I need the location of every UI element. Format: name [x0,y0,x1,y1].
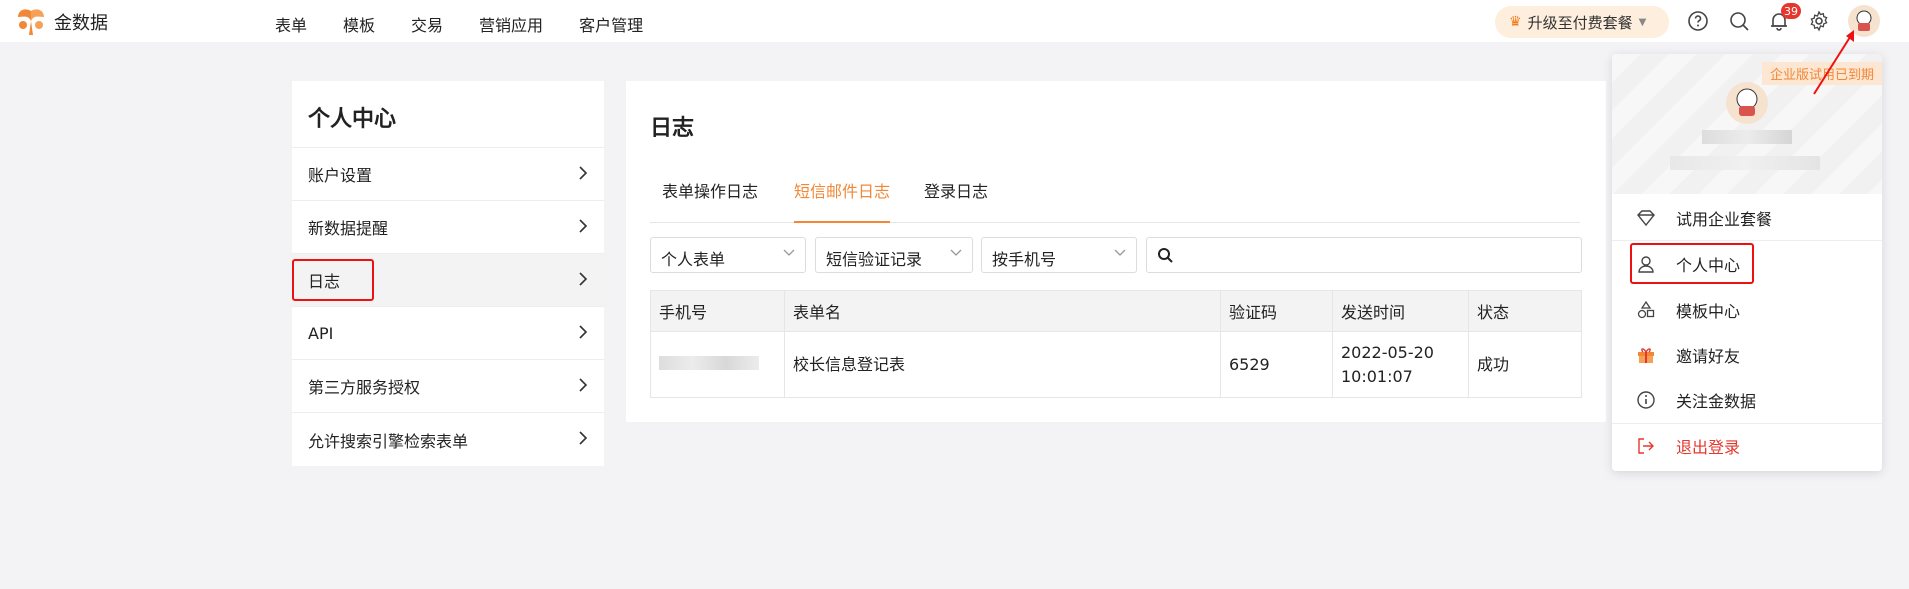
redacted-username [1702,130,1792,144]
col-form-name: 表单名 [784,290,1221,332]
app-name: 金数据 [54,13,108,34]
diamond-icon [1637,210,1655,227]
shapes-icon [1637,300,1655,319]
table-header-row: 手机号 表单名 验证码 发送时间 状态 [650,290,1582,332]
tab-sms-email-log[interactable]: 短信邮件日志 [794,177,891,223]
divider [1612,240,1882,241]
crown-icon: ♛ [1509,14,1522,30]
sidebar-item-search-engine[interactable]: 允许搜索引擎检索表单 [292,413,604,466]
col-status: 状态 [1468,290,1582,332]
record-type-select[interactable]: 短信验证记录 [815,237,973,273]
page-title: 日志 [650,116,695,141]
tab-form-operation-log[interactable]: 表单操作日志 [662,177,758,223]
nav-templates[interactable]: 模板 [343,12,375,36]
col-code: 验证码 [1220,290,1333,332]
sidebar-item-label: 账户设置 [308,166,373,185]
log-tabs: 表单操作日志 短信邮件日志 登录日志 [650,177,1580,223]
sidebar-title: 个人中心 [292,81,604,148]
sidebar-item-third-party[interactable]: 第三方服务授权 [292,360,604,413]
sidebar-item-alerts[interactable]: 新数据提醒 [292,201,604,254]
annotation-arrow [1813,30,1854,95]
search-icon [1158,248,1173,263]
search-by-value: 按手机号 [992,250,1057,269]
sidebar-item-label: 第三方服务授权 [308,378,421,397]
cell-form-name: 校长信息登记表 [784,331,1221,398]
cell-phone [650,331,785,398]
logout-icon [1638,438,1654,454]
notification-badge: 39 [1781,3,1801,19]
sidebar-item-api[interactable]: API [292,307,604,360]
log-panel: 日志 表单操作日志 短信邮件日志 登录日志 个人表单 短信验证记录 按手机号 手… [626,81,1606,422]
sidebar-item-account[interactable]: 账户设置 [292,148,604,201]
chevron-right-icon [579,272,588,286]
menu-item-label: 邀请好友 [1676,347,1741,366]
cell-code: 6529 [1220,331,1333,398]
upgrade-label: 升级至付费套餐 [1527,13,1633,32]
caret-down-icon: ▼ [1638,16,1647,28]
sidebar-item-label: API [308,323,334,343]
bell-icon[interactable]: 39 [1767,3,1801,33]
menu-item-label: 模板中心 [1676,302,1741,321]
col-phone: 手机号 [650,290,785,332]
nav-marketing[interactable]: 营销应用 [479,12,543,36]
log-table: 手机号 表单名 验证码 发送时间 状态 校长信息登记表 6529 2022-05… [650,290,1582,398]
gift-icon [1638,348,1654,363]
top-nav: 表单 模板 交易 营销应用 客户管理 [275,12,679,36]
tab-login-log[interactable]: 登录日志 [924,177,988,223]
chevron-right-icon [579,325,588,339]
menu-item-invite-friends[interactable]: 邀请好友 [1612,333,1882,377]
search-icon[interactable] [1727,9,1751,33]
menu-item-logout[interactable]: 退出登录 [1612,424,1882,468]
highlight-box-personal-center [1630,243,1754,284]
table-row: 校长信息登记表 6529 2022-05-20 10:01:07 成功 [650,331,1582,398]
chevron-right-icon [579,219,588,233]
send-date: 2022-05-20 [1341,342,1434,362]
menu-item-follow[interactable]: 关注金数据 [1612,378,1882,422]
search-input[interactable] [1146,237,1582,273]
chevron-right-icon [579,166,588,180]
menu-item-label: 试用企业套餐 [1676,210,1773,229]
search-by-select[interactable]: 按手机号 [981,237,1137,273]
top-bar: 金数据 表单 模板 交易 营销应用 客户管理 ♛ 升级至付费套餐 ▼ 39 [0,0,1909,42]
cell-send-time: 2022-05-20 10:01:07 [1332,331,1469,398]
highlight-box-log [292,259,374,301]
record-type-value: 短信验证记录 [826,250,923,269]
form-scope-select[interactable]: 个人表单 [650,237,806,273]
chevron-down-icon [950,249,962,256]
send-time: 10:01:07 [1341,366,1413,386]
redacted-email [1670,156,1820,170]
menu-item-trial-enterprise[interactable]: 试用企业套餐 [1612,196,1882,240]
nav-transactions[interactable]: 交易 [411,12,443,36]
upgrade-button[interactable]: ♛ 升级至付费套餐 ▼ [1495,6,1669,38]
nav-forms[interactable]: 表单 [275,12,307,36]
chevron-down-icon [783,249,795,256]
nav-customers[interactable]: 客户管理 [579,12,643,36]
dropdown-avatar [1726,82,1768,124]
cell-status: 成功 [1468,331,1582,398]
redacted-phone [659,355,759,370]
logo-icon [18,9,44,35]
logo[interactable]: 金数据 [14,7,108,37]
sidebar-item-label: 新数据提醒 [308,219,389,238]
help-icon[interactable] [1686,9,1710,33]
info-icon [1637,391,1655,409]
menu-item-label: 关注金数据 [1676,392,1757,411]
chevron-right-icon [579,431,588,445]
chevron-down-icon [1114,249,1126,256]
form-scope-value: 个人表单 [661,250,726,269]
menu-item-label: 退出登录 [1676,438,1741,457]
menu-item-template-center[interactable]: 模板中心 [1612,288,1882,332]
chevron-right-icon [579,378,588,392]
col-send-time: 发送时间 [1332,290,1469,332]
sidebar-item-label: 允许搜索引擎检索表单 [308,431,469,451]
